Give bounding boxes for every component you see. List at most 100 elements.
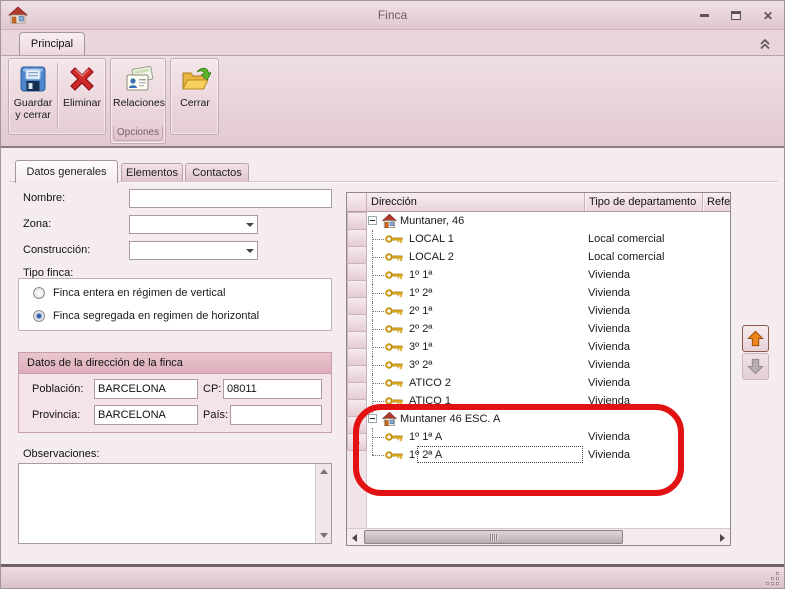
scroll-left-button[interactable]: [347, 529, 362, 546]
referencia-cell[interactable]: [702, 266, 730, 284]
row-indicator-cell[interactable]: [347, 280, 367, 298]
tree-row[interactable]: Muntaner, 46: [367, 212, 730, 230]
referencia-cell[interactable]: [702, 212, 730, 230]
referencia-cell[interactable]: [702, 248, 730, 266]
direccion-cell[interactable]: ATICO 2: [367, 374, 584, 392]
row-indicator-cell[interactable]: [347, 263, 367, 281]
tipo-departamento-cell[interactable]: Vivienda: [584, 320, 702, 338]
tipo-departamento-cell[interactable]: Vivienda: [584, 392, 702, 410]
cp-input[interactable]: [223, 379, 322, 399]
referencia-cell[interactable]: [702, 302, 730, 320]
move-down-button[interactable]: [742, 353, 769, 380]
tipo-departamento-cell[interactable]: Vivienda: [584, 446, 702, 464]
row-indicator-cell[interactable]: [347, 297, 367, 315]
cerrar-button[interactable]: Cerrar: [172, 60, 218, 132]
ribbon-tab-principal[interactable]: Principal: [19, 32, 85, 55]
direccion-cell[interactable]: Muntaner 46 ESC. A: [367, 410, 584, 428]
tipo-departamento-cell[interactable]: [584, 410, 702, 428]
ribbon-collapse-button[interactable]: [758, 37, 772, 51]
row-indicator-cell[interactable]: [347, 331, 367, 349]
tree-row[interactable]: 1º 1ª Vivienda: [367, 266, 730, 284]
direccion-cell[interactable]: 2º 2ª: [367, 320, 584, 338]
direccion-cell[interactable]: LOCAL 1: [367, 230, 584, 248]
tipo-departamento-cell[interactable]: Vivienda: [584, 284, 702, 302]
referencia-cell[interactable]: [702, 230, 730, 248]
row-indicator-cell[interactable]: [347, 416, 367, 434]
row-indicator-cell[interactable]: [347, 365, 367, 383]
grid-horizontal-scrollbar[interactable]: [347, 528, 730, 545]
tree-row[interactable]: 2º 2ª Vivienda: [367, 320, 730, 338]
referencia-cell[interactable]: [702, 284, 730, 302]
observaciones-scrollbar[interactable]: [315, 464, 331, 543]
referencia-cell[interactable]: [702, 374, 730, 392]
direccion-cell[interactable]: 2º 1ª: [367, 302, 584, 320]
tree-row[interactable]: 3º 1ª Vivienda: [367, 338, 730, 356]
tab-elementos[interactable]: Elementos: [121, 163, 183, 183]
direccion-cell[interactable]: LOCAL 2: [367, 248, 584, 266]
row-indicator-cell[interactable]: [347, 348, 367, 366]
tree-row[interactable]: 2º 1ª Vivienda: [367, 302, 730, 320]
tree-row[interactable]: LOCAL 1 Local comercial: [367, 230, 730, 248]
referencia-cell[interactable]: [702, 410, 730, 428]
radio-finca-segregada[interactable]: Finca segregada en regimen de horizontal: [33, 310, 259, 322]
tab-datos-generales[interactable]: Datos generales: [15, 160, 118, 183]
direccion-cell[interactable]: Muntaner, 46: [367, 212, 584, 230]
tipo-departamento-cell[interactable]: Vivienda: [584, 302, 702, 320]
eliminar-button[interactable]: Eliminar: [59, 60, 105, 132]
resize-grip-icon[interactable]: [764, 570, 780, 586]
move-up-button[interactable]: [742, 325, 769, 352]
referencia-cell[interactable]: [702, 356, 730, 374]
tree-collapse-expander-icon[interactable]: [368, 216, 377, 225]
tipo-departamento-cell[interactable]: Vivienda: [584, 374, 702, 392]
relaciones-button[interactable]: Relaciones: [113, 60, 165, 132]
tipo-departamento-cell[interactable]: Vivienda: [584, 356, 702, 374]
tree-row[interactable]: Muntaner 46 ESC. A: [367, 410, 730, 428]
row-indicator-cell[interactable]: [347, 314, 367, 332]
minimize-button[interactable]: [696, 8, 712, 24]
poblacion-input[interactable]: [94, 379, 198, 399]
radio-finca-entera[interactable]: Finca entera en régimen de vertical: [33, 287, 225, 299]
maximize-button[interactable]: [728, 8, 744, 24]
provincia-input[interactable]: [94, 405, 198, 425]
zona-combobox[interactable]: [129, 215, 258, 234]
close-button[interactable]: ✕: [760, 8, 776, 24]
row-indicator-cell[interactable]: [347, 212, 367, 230]
tipo-departamento-cell[interactable]: Vivienda: [584, 428, 702, 446]
referencia-cell[interactable]: [702, 446, 730, 464]
tree-collapse-expander-icon[interactable]: [368, 414, 377, 423]
tipo-departamento-cell[interactable]: Vivienda: [584, 338, 702, 356]
column-header-tipo-departamento[interactable]: Tipo de departamento: [584, 193, 702, 211]
row-indicator-cell[interactable]: [347, 433, 367, 451]
referencia-cell[interactable]: [702, 338, 730, 356]
direccion-cell[interactable]: 1º 2ª A: [367, 446, 584, 464]
direccion-cell[interactable]: 3º 2ª: [367, 356, 584, 374]
tree-row[interactable]: 1º 1ª A Vivienda: [367, 428, 730, 446]
tab-contactos[interactable]: Contactos: [185, 163, 249, 183]
tree-row[interactable]: 3º 2ª Vivienda: [367, 356, 730, 374]
pais-input[interactable]: [230, 405, 322, 425]
guardar-y-cerrar-button[interactable]: Guardar y cerrar: [10, 60, 56, 132]
row-indicator-cell[interactable]: [347, 382, 367, 400]
row-indicator-cell[interactable]: [347, 246, 367, 264]
direccion-cell[interactable]: ATICO 1: [367, 392, 584, 410]
tipo-departamento-cell[interactable]: Local comercial: [584, 230, 702, 248]
referencia-cell[interactable]: [702, 320, 730, 338]
row-indicator-cell[interactable]: [347, 229, 367, 247]
tipo-departamento-cell[interactable]: Local comercial: [584, 248, 702, 266]
scroll-right-button[interactable]: [715, 529, 730, 546]
tree-row[interactable]: 1º 2ª Vivienda: [367, 284, 730, 302]
referencia-cell[interactable]: [702, 392, 730, 410]
direccion-cell[interactable]: 3º 1ª: [367, 338, 584, 356]
row-indicator-cell[interactable]: [347, 399, 367, 417]
direccion-cell[interactable]: 1º 2ª: [367, 284, 584, 302]
direccion-cell[interactable]: 1º 1ª A: [367, 428, 584, 446]
tipo-departamento-cell[interactable]: Vivienda: [584, 266, 702, 284]
construccion-combobox[interactable]: [129, 241, 258, 260]
tree-row[interactable]: LOCAL 2 Local comercial: [367, 248, 730, 266]
tree-row[interactable]: ATICO 2 Vivienda: [367, 374, 730, 392]
referencia-cell[interactable]: [702, 428, 730, 446]
column-header-referencia[interactable]: Refe: [702, 193, 730, 211]
scrollbar-thumb[interactable]: [364, 530, 623, 544]
observaciones-textarea[interactable]: [18, 463, 332, 544]
nombre-input[interactable]: [129, 189, 332, 208]
